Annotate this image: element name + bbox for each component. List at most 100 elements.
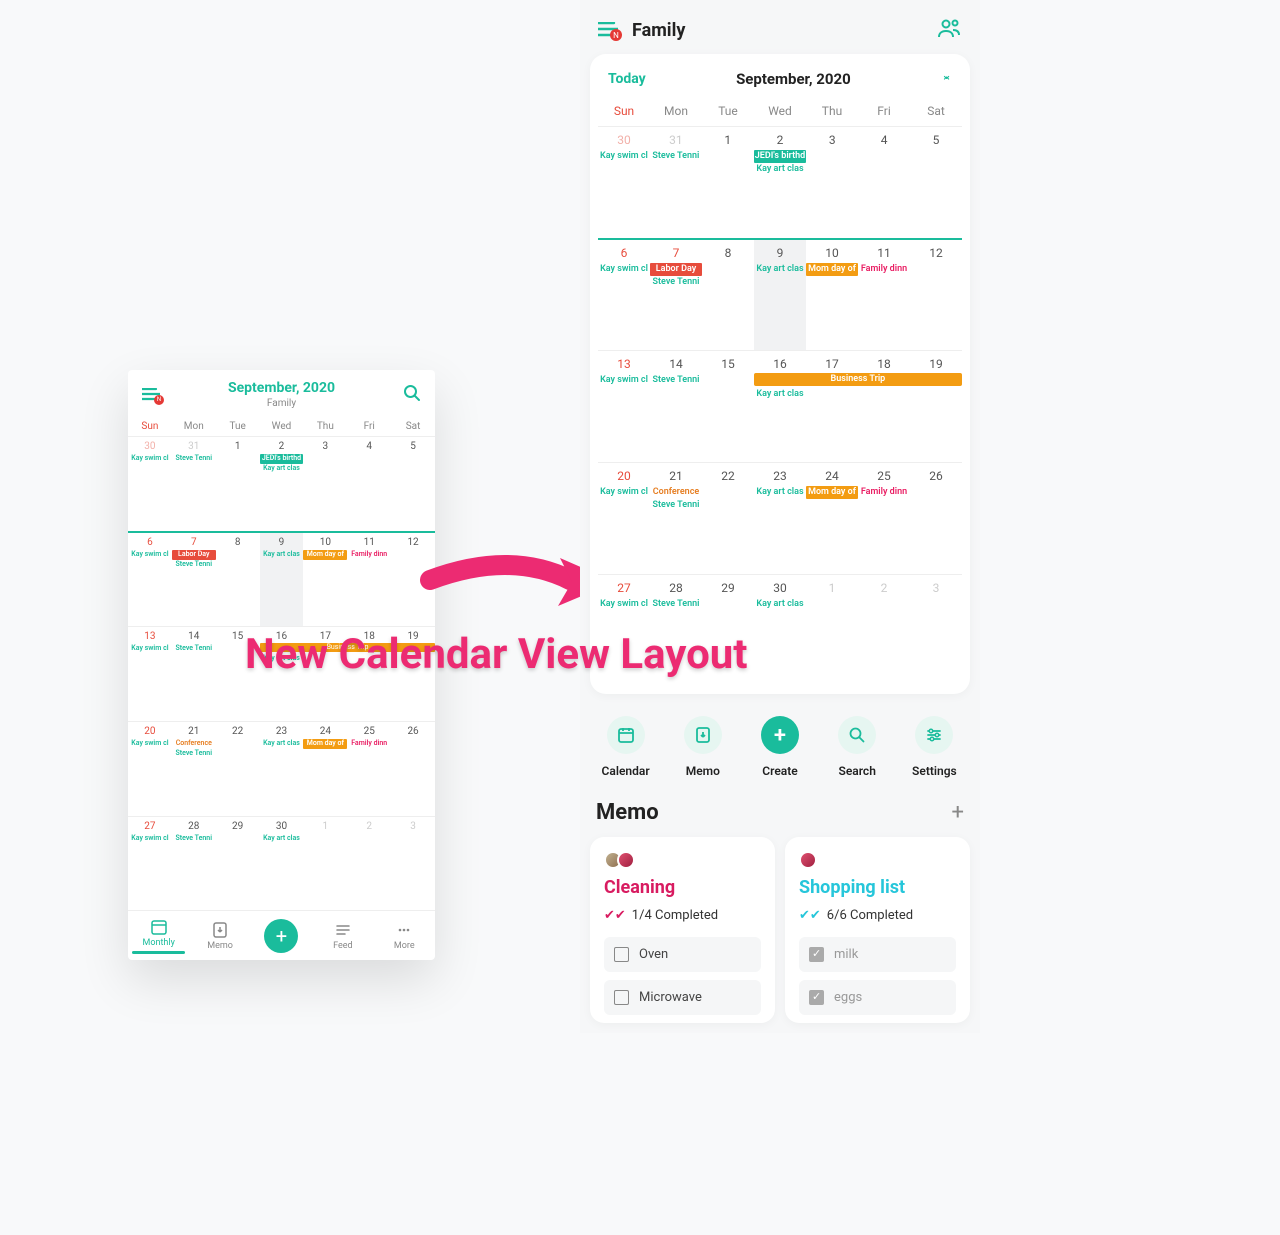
- calendar-day-selected[interactable]: 9Kay art clas: [754, 240, 806, 350]
- tab-memo[interactable]: Memo: [189, 921, 250, 951]
- calendar-day[interactable]: 1: [216, 437, 260, 531]
- calendar-day[interactable]: 8: [216, 533, 260, 626]
- calendar-day[interactable]: 1: [303, 817, 347, 911]
- calendar-day[interactable]: 8: [702, 240, 754, 350]
- calendar-day[interactable]: 30Kay art clas: [260, 817, 304, 911]
- calendar-day[interactable]: 30Kay art clas: [754, 575, 806, 686]
- action-settings[interactable]: Settings: [899, 716, 970, 778]
- calendar-day[interactable]: 31Steve Tenni: [172, 437, 216, 531]
- calendar-day-selected[interactable]: 9Kay art clas: [260, 533, 304, 626]
- calendar-day[interactable]: 2: [858, 575, 910, 686]
- calendar-day[interactable]: 4: [858, 127, 910, 238]
- calendar-day[interactable]: 11Family dinn: [347, 533, 391, 626]
- month-label[interactable]: September, 2020: [646, 70, 941, 88]
- calendar-day[interactable]: 16Kay art clas: [754, 351, 806, 462]
- calendar-day[interactable]: 19: [910, 351, 962, 462]
- memo-item[interactable]: milk: [799, 937, 956, 972]
- day-of-week-row: SunMonTueWedThuFriSat: [598, 98, 962, 126]
- calendar-day[interactable]: 1: [702, 127, 754, 238]
- menu-icon[interactable]: N: [598, 22, 618, 38]
- calendar-day[interactable]: 30Kay swim cl: [598, 127, 650, 238]
- calendar-day[interactable]: 20Kay swim cl: [598, 463, 650, 574]
- today-button[interactable]: Today: [608, 71, 646, 87]
- add-memo-button[interactable]: +: [952, 800, 964, 825]
- tab-create[interactable]: +: [251, 919, 312, 953]
- calendar-day[interactable]: 14Steve Tenni: [172, 627, 216, 721]
- calendar-day[interactable]: 18: [858, 351, 910, 462]
- action-calendar[interactable]: Calendar: [590, 716, 661, 778]
- calendar-day[interactable]: 24Mom day of: [806, 463, 858, 574]
- calendar-day[interactable]: 24Mom day of: [303, 722, 347, 816]
- calendar-day[interactable]: 13Kay swim cl: [128, 627, 172, 721]
- calendar-day[interactable]: 3: [391, 817, 435, 911]
- calendar-day[interactable]: 20Kay swim cl: [128, 722, 172, 816]
- calendar-day[interactable]: 31Steve Tenni: [650, 127, 702, 238]
- calendar-day[interactable]: 22: [702, 463, 754, 574]
- avatar-group: [799, 851, 956, 869]
- calendar-week: 27Kay swim cl 28Steve Tenni 29 30Kay art…: [128, 816, 435, 911]
- calendar-day[interactable]: 4: [347, 437, 391, 531]
- calendar-day[interactable]: 7Labor DaySteve Tenni: [172, 533, 216, 626]
- search-icon: [838, 716, 876, 754]
- calendar-day[interactable]: 3: [303, 437, 347, 531]
- tab-monthly[interactable]: Monthly: [128, 918, 189, 954]
- tab-feed[interactable]: Feed: [312, 921, 373, 951]
- check-all-icon: ✔✔: [604, 908, 626, 923]
- memo-card-shopping[interactable]: Shopping list ✔✔6/6 Completed milk eggs: [785, 837, 970, 1023]
- collapse-icon[interactable]: ⌄⌃: [941, 72, 952, 86]
- memo-item[interactable]: eggs: [799, 980, 956, 1015]
- action-memo[interactable]: Memo: [667, 716, 738, 778]
- memo-card-cleaning[interactable]: Cleaning ✔✔1/4 Completed Oven Microwave: [590, 837, 775, 1023]
- calendar-day[interactable]: 10Mom day of: [303, 533, 347, 626]
- calendar-day[interactable]: 11Family dinn: [858, 240, 910, 350]
- calendar-day[interactable]: 5: [910, 127, 962, 238]
- memo-item[interactable]: Microwave: [604, 980, 761, 1015]
- action-search[interactable]: Search: [822, 716, 893, 778]
- checkbox-icon[interactable]: [809, 947, 824, 962]
- checkbox-icon[interactable]: [809, 990, 824, 1005]
- search-icon[interactable]: [403, 384, 421, 406]
- action-create[interactable]: + Create: [744, 716, 815, 778]
- calendar-day[interactable]: 22: [216, 722, 260, 816]
- menu-icon[interactable]: N: [142, 388, 160, 402]
- memo-item[interactable]: Oven: [604, 937, 761, 972]
- calendar-day[interactable]: 2JEDI's birthdKay art clas: [260, 437, 304, 531]
- calendar-day[interactable]: 12: [910, 240, 962, 350]
- calendar-day[interactable]: 5: [391, 437, 435, 531]
- calendar-day[interactable]: 15: [702, 351, 754, 462]
- calendar-day[interactable]: 23Kay art clas: [754, 463, 806, 574]
- calendar-day[interactable]: 10Mom day of: [806, 240, 858, 350]
- calendar-day[interactable]: 25Family dinn: [347, 722, 391, 816]
- calendar-day[interactable]: 30Kay swim cl: [128, 437, 172, 531]
- calendar-day[interactable]: 6Kay swim cl: [598, 240, 650, 350]
- calendar-day[interactable]: 2JEDI's birthdKay art clas: [754, 127, 806, 238]
- calendar-day[interactable]: 1: [806, 575, 858, 686]
- calendar-day[interactable]: 2: [347, 817, 391, 911]
- calendar-day[interactable]: 13Kay swim cl: [598, 351, 650, 462]
- calendar-day[interactable]: 26: [910, 463, 962, 574]
- calendar-day[interactable]: 21ConferenceSteve Tenni: [172, 722, 216, 816]
- avatar-group: [604, 851, 761, 869]
- month-label: September, 2020: [160, 380, 403, 396]
- checkbox-icon[interactable]: [614, 947, 629, 962]
- calendar-day[interactable]: 25Family dinn: [858, 463, 910, 574]
- people-icon[interactable]: [938, 18, 962, 42]
- calendar-day[interactable]: 26: [391, 722, 435, 816]
- calendar-day[interactable]: 3: [910, 575, 962, 686]
- memo-title: Cleaning: [604, 877, 761, 898]
- calendar-week: 6Kay swim cl 7Labor DaySteve Tenni 8 9Ka…: [598, 238, 962, 350]
- calendar-day[interactable]: 3: [806, 127, 858, 238]
- calendar-day[interactable]: 21ConferenceSteve Tenni: [650, 463, 702, 574]
- calendar-week: 6Kay swim cl 7Labor DaySteve Tenni 8 9Ka…: [128, 531, 435, 626]
- calendar-day[interactable]: 14Steve Tenni: [650, 351, 702, 462]
- calendar-day[interactable]: 6Kay swim cl: [128, 533, 172, 626]
- calendar-day[interactable]: 23Kay art clas: [260, 722, 304, 816]
- checkbox-icon[interactable]: [614, 990, 629, 1005]
- calendar-day[interactable]: 7Labor DaySteve Tenni: [650, 240, 702, 350]
- memo-section-title: Memo: [596, 800, 952, 825]
- tab-more[interactable]: More: [374, 921, 435, 951]
- calendar-day[interactable]: 17: [806, 351, 858, 462]
- calendar-day[interactable]: 29: [216, 817, 260, 911]
- calendar-day[interactable]: 28Steve Tenni: [172, 817, 216, 911]
- calendar-day[interactable]: 27Kay swim cl: [128, 817, 172, 911]
